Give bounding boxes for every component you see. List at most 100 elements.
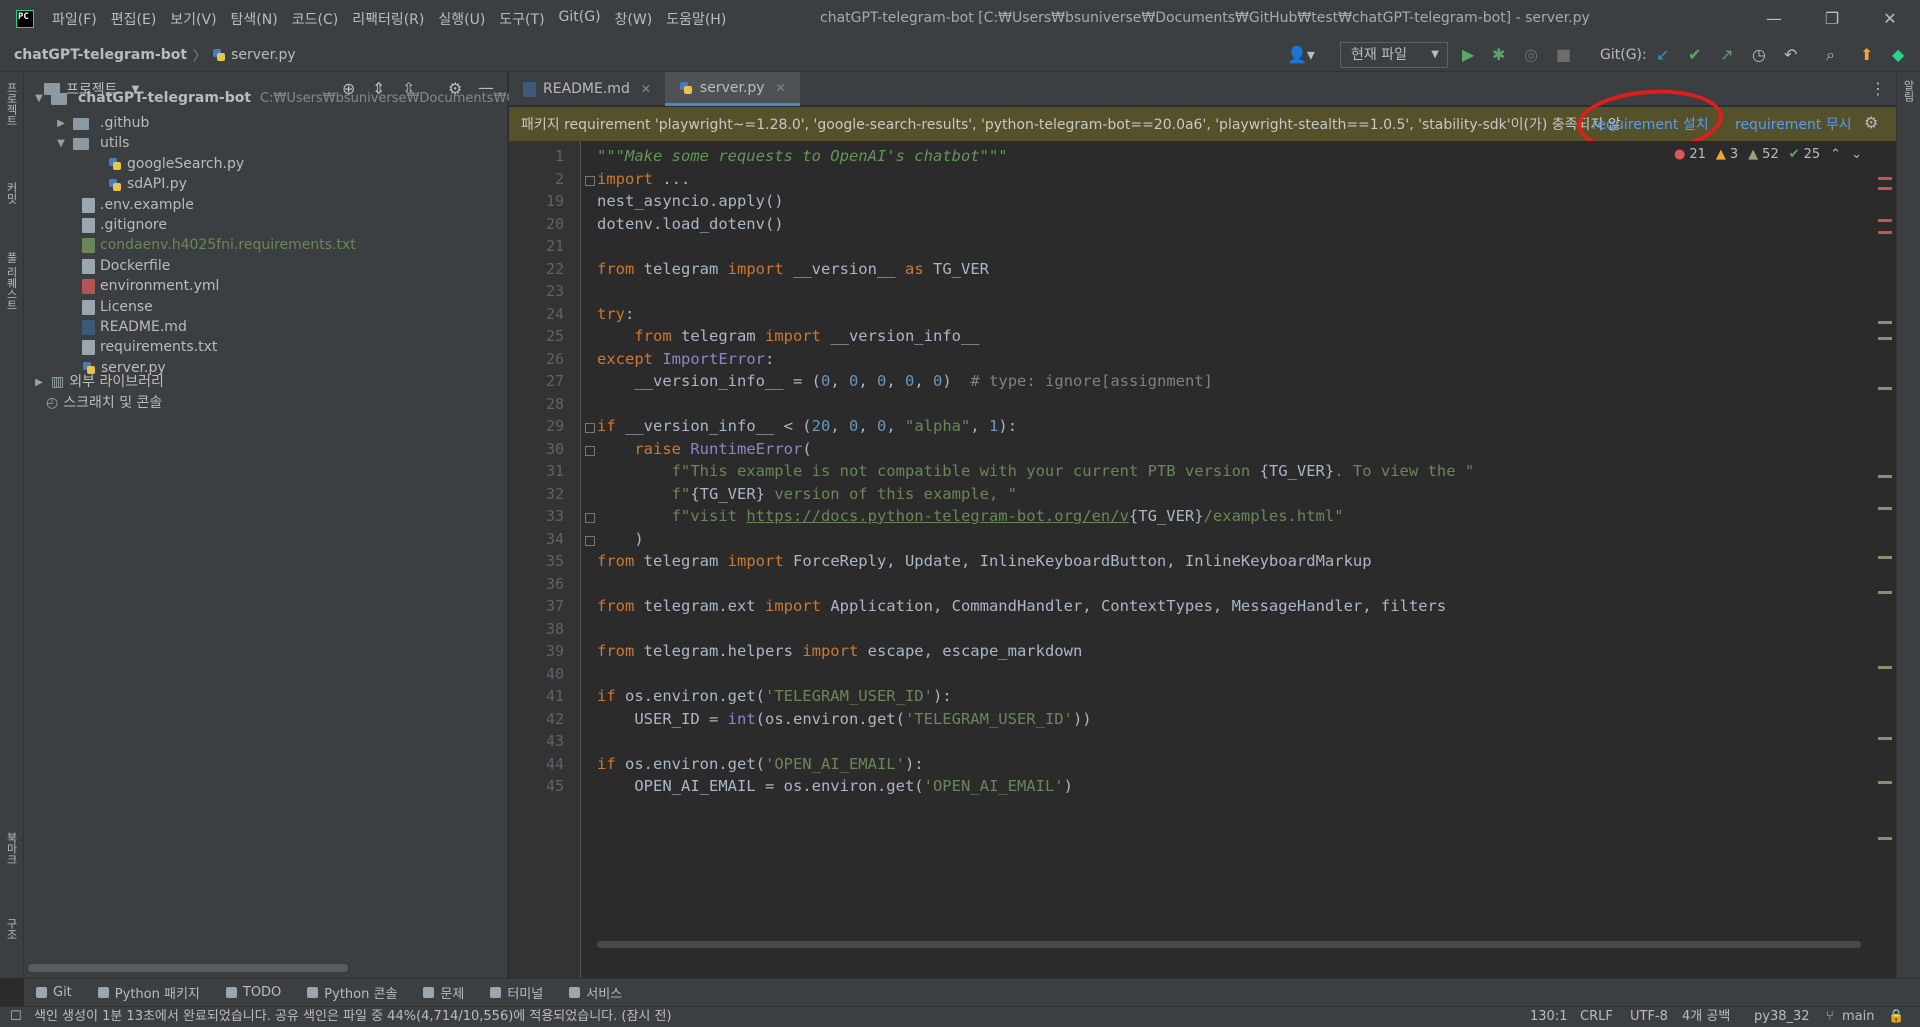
menu-item[interactable]: 실행(U) — [438, 9, 485, 29]
bottom-tab[interactable]: Git — [36, 985, 72, 1000]
code-line[interactable]: from telegram import __version_info__ — [597, 325, 979, 348]
code-line[interactable]: f"{TG_VER} version of this example, " — [597, 483, 1017, 506]
bottom-tab[interactable]: 서비스 — [569, 983, 622, 1002]
code-line[interactable]: if os.environ.get('TELEGRAM_USER_ID'): — [597, 685, 952, 708]
history-icon[interactable]: ◷ — [1752, 46, 1766, 64]
error-stripe[interactable] — [1878, 187, 1892, 190]
warning-stripe[interactable] — [1878, 507, 1892, 510]
fold-marker-icon[interactable] — [585, 535, 595, 546]
tree-scratches[interactable]: ◴ 스크래치 및 콘솔 — [46, 391, 162, 416]
menu-item[interactable]: 코드(C) — [292, 9, 338, 29]
code-line[interactable]: from telegram import __version__ as TG_V… — [597, 258, 989, 281]
code-line[interactable]: nest_asyncio.apply() — [597, 190, 784, 213]
strip-notifications[interactable]: 알림 — [1900, 80, 1916, 102]
code-line[interactable]: """Make some requests to OpenAI's chatbo… — [597, 145, 1008, 168]
bottom-tab[interactable]: Python 패키지 — [97, 983, 200, 1002]
coverage-icon[interactable]: ◎ — [1524, 46, 1538, 64]
strip-pull-requests[interactable]: 풀 리퀘스트 — [3, 252, 19, 311]
status-line-separator[interactable]: CRLF — [1580, 1007, 1613, 1027]
code-line[interactable]: f"This example is not compatible with yo… — [597, 460, 1475, 483]
editor-horizontal-scrollbar[interactable] — [597, 941, 1861, 948]
code-line[interactable]: except ImportError: — [597, 348, 774, 371]
close-icon[interactable]: ✕ — [776, 81, 786, 95]
error-stripe[interactable] — [1878, 231, 1892, 234]
warning-stripe[interactable] — [1878, 321, 1892, 324]
minimize-icon[interactable]: — — [1754, 6, 1794, 32]
restore-icon[interactable]: ❐ — [1812, 6, 1852, 32]
breadcrumb-file[interactable]: server.py — [212, 47, 296, 63]
run-icon[interactable]: ▶ — [1462, 46, 1474, 64]
status-interpreter[interactable]: py38_32 — [1754, 1007, 1810, 1027]
expand-arrow-icon[interactable]: ▼ — [32, 86, 46, 111]
code-editor[interactable]: 1 2 19 20 21 22 23 24 25 26 27 28 29 30 31 32 33 34 35 36 37… — [509, 141, 1896, 978]
bottom-tab[interactable]: Python 콘솔 — [307, 983, 397, 1002]
menu-item[interactable]: 편집(E) — [111, 9, 157, 29]
fold-marker-icon[interactable] — [585, 513, 595, 523]
warning-stripe[interactable] — [1878, 556, 1892, 559]
warning-stripe[interactable] — [1878, 781, 1892, 784]
toolbox-icon[interactable]: ◆ — [1892, 46, 1904, 64]
code-line[interactable]: import ... — [597, 168, 690, 191]
strip-commit[interactable]: 커밋 — [3, 182, 19, 204]
git-update-icon[interactable]: ↙ — [1656, 46, 1669, 64]
code-line[interactable]: USER_ID = int(os.environ.get('TELEGRAM_U… — [597, 708, 1091, 731]
fold-marker-icon[interactable] — [585, 175, 595, 186]
status-message[interactable]: 색인 생성이 1분 13초에서 완료되었습니다. 공유 색인은 파일 중 44%… — [34, 1007, 672, 1027]
menu-item[interactable]: 창(W) — [615, 9, 653, 29]
breadcrumb-project[interactable]: chatGPT-telegram-bot — [14, 47, 187, 63]
debug-icon[interactable]: ✱ — [1492, 46, 1505, 64]
tab-server[interactable]: server.py ✕ — [664, 72, 800, 106]
bottom-tab[interactable]: 터미널 — [490, 983, 543, 1002]
ignore-requirements-link[interactable]: requirement 무시 — [1735, 114, 1852, 134]
code-line[interactable]: from telegram.ext import Application, Co… — [597, 595, 1446, 618]
strip-bookmarks[interactable]: 북마크 — [3, 832, 19, 865]
inspection-widget[interactable]: ● 21 ▲ 3 ▲ 52 ✔ 25 ⌃ ⌄ — [1674, 147, 1862, 162]
close-icon[interactable]: ✕ — [641, 82, 651, 96]
gear-icon[interactable]: ⚙ — [1864, 113, 1878, 132]
search-icon[interactable]: ⌕ — [1826, 46, 1835, 64]
code-line[interactable]: ) — [597, 528, 643, 551]
git-push-icon[interactable]: ↗ — [1720, 46, 1733, 64]
code-line[interactable]: from telegram.helpers import escape, esc… — [597, 640, 1082, 663]
error-stripe[interactable] — [1878, 177, 1892, 180]
menu-item[interactable]: 리팩터링(R) — [352, 9, 424, 29]
git-commit-icon[interactable]: ✔ — [1688, 46, 1701, 64]
code-line[interactable]: if __version_info__ < (20, 0, 0, "alpha"… — [597, 415, 1017, 438]
code-line[interactable]: OPEN_AI_EMAIL = os.environ.get('OPEN_AI_… — [597, 775, 1073, 798]
expand-arrow-icon[interactable]: ▶ — [32, 370, 46, 395]
warning-stripe[interactable] — [1878, 475, 1892, 478]
rollback-icon[interactable]: ↶ — [1784, 46, 1797, 64]
menu-item[interactable]: 파일(F) — [52, 9, 97, 29]
close-icon[interactable]: ✕ — [1870, 6, 1910, 32]
stop-icon[interactable]: ■ — [1556, 46, 1571, 64]
code-line[interactable]: if os.environ.get('OPEN_AI_EMAIL'): — [597, 753, 924, 776]
status-encoding[interactable]: UTF-8 — [1630, 1007, 1668, 1027]
expand-arrow-icon[interactable]: ▼ — [54, 131, 68, 156]
menu-item[interactable]: 도움말(H) — [666, 9, 726, 29]
bottom-tab[interactable]: TODO — [225, 985, 281, 1000]
strip-project[interactable]: 프로젝트 — [3, 82, 19, 126]
fold-marker-icon[interactable] — [585, 423, 595, 433]
warning-stripe[interactable] — [1878, 387, 1892, 390]
warning-stripe[interactable] — [1878, 737, 1892, 740]
code-line[interactable]: f"visit https://docs.python-telegram-bot… — [597, 505, 1344, 528]
strip-structure[interactable]: 구조 — [3, 918, 19, 940]
warning-stripe[interactable] — [1878, 666, 1892, 669]
bottom-tab[interactable]: 문제 — [423, 983, 464, 1002]
user-icon[interactable]: 👤▾ — [1287, 46, 1315, 64]
update-icon[interactable]: ⬆ — [1860, 46, 1873, 64]
menu-item[interactable]: 보기(V) — [170, 9, 216, 29]
menu-item[interactable]: 도구(T) — [499, 9, 544, 29]
code-line[interactable]: from telegram import ForceReply, Update,… — [597, 550, 1372, 573]
project-horizontal-scrollbar[interactable] — [28, 964, 348, 972]
fold-marker-icon[interactable] — [585, 445, 595, 456]
warning-stripe[interactable] — [1878, 591, 1892, 594]
next-highlight-icon[interactable]: ⌄ — [1851, 147, 1862, 162]
warning-stripe[interactable] — [1878, 337, 1892, 340]
status-indent[interactable]: 4개 공백 — [1682, 1007, 1730, 1027]
warning-stripe[interactable] — [1878, 837, 1892, 840]
run-configuration-select[interactable]: 현재 파일 ▼ — [1340, 42, 1448, 68]
previous-highlight-icon[interactable]: ⌃ — [1830, 147, 1841, 162]
menu-item[interactable]: Git(G) — [559, 9, 601, 29]
code-line[interactable]: __version_info__ = (0, 0, 0, 0, 0) # typ… — [597, 370, 1213, 393]
